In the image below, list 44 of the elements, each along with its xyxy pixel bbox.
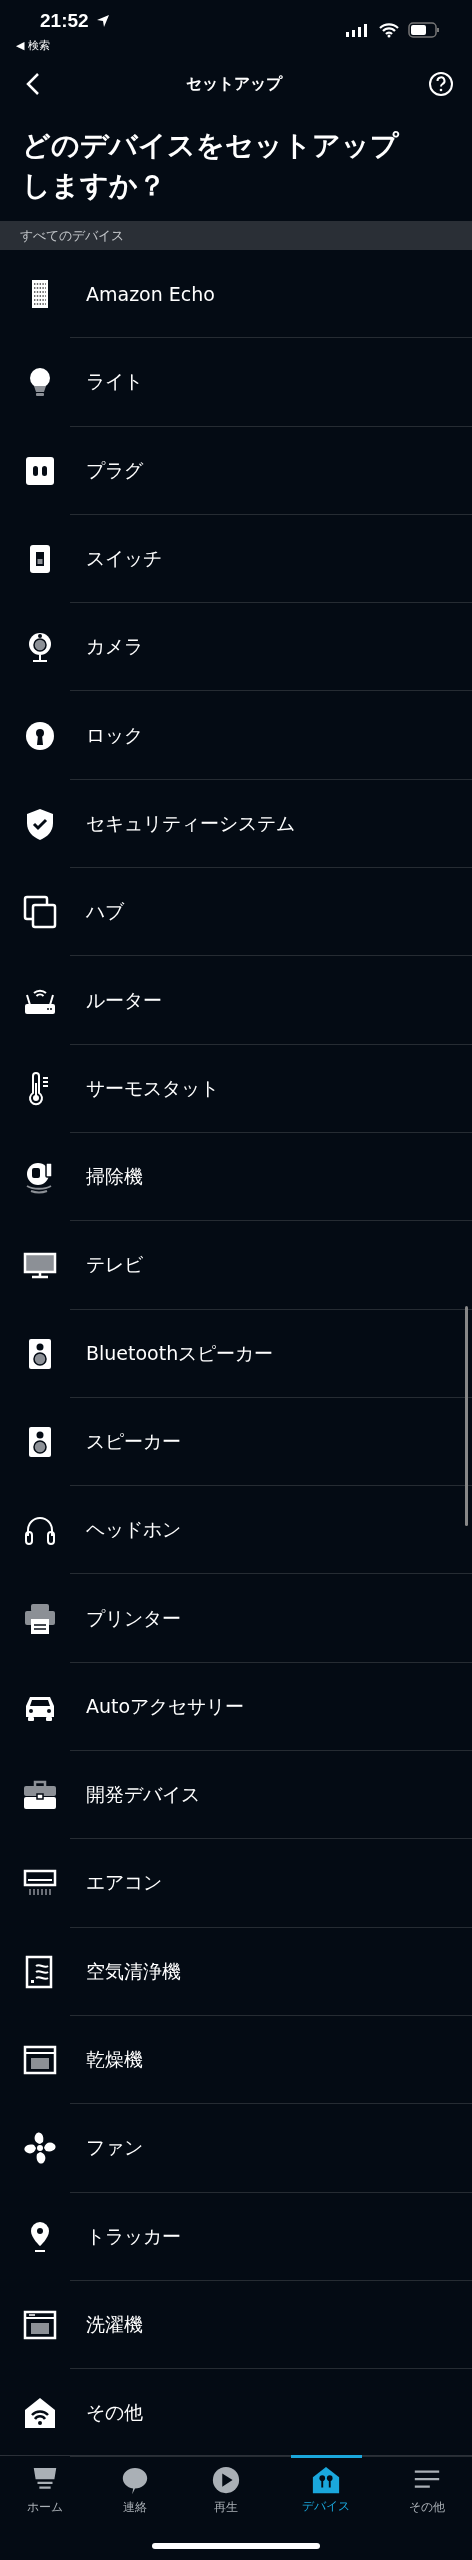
- device-type-item[interactable]: 空気清浄機: [0, 1927, 472, 2016]
- status-time: 21:52: [40, 10, 89, 32]
- back-to-search-link[interactable]: ◀ 検索: [16, 38, 50, 53]
- device-type-item[interactable]: カメラ: [0, 603, 472, 692]
- device-type-item[interactable]: 掃除機: [0, 1132, 472, 1222]
- device-type-item[interactable]: エアコン: [0, 1839, 472, 1928]
- device-type-item[interactable]: ファン: [0, 2104, 472, 2193]
- device-type-item[interactable]: Bluetoothスピーカー: [0, 1309, 472, 1398]
- device-type-item[interactable]: スイッチ: [0, 514, 472, 604]
- device-type-item[interactable]: その他: [0, 2369, 472, 2458]
- device-type-item[interactable]: ヘッドホン: [0, 1486, 472, 1575]
- wifi-icon: [378, 22, 400, 38]
- device-type-item[interactable]: 洗濯機: [0, 2280, 472, 2370]
- device-type-item[interactable]: 開発デバイス: [0, 1751, 472, 1840]
- squares-icon: [22, 894, 58, 931]
- tab-bar-item[interactable]: 連絡: [90, 2456, 181, 2526]
- tab-bar-item[interactable]: ホーム: [0, 2456, 91, 2526]
- device-type-item[interactable]: ロック: [0, 691, 472, 780]
- tab-bar-item[interactable]: 再生: [180, 2456, 271, 2526]
- device-type-item[interactable]: Amazon Echo: [0, 250, 472, 339]
- device-type-item[interactable]: トラッカー: [0, 2192, 472, 2281]
- device-type-item[interactable]: プリンター: [0, 1574, 472, 1663]
- device-type-item[interactable]: サーモスタット: [0, 1044, 472, 1133]
- device-type-item[interactable]: 乾燥機: [0, 2015, 472, 2105]
- battery-icon: [408, 22, 440, 38]
- device-type-item[interactable]: セキュリティーシステム: [0, 779, 472, 869]
- device-type-item[interactable]: ルーター: [0, 956, 472, 1045]
- page-heading: どのデバイスをセットアップしますか？: [21, 128, 400, 204]
- device-type-item[interactable]: ライト: [0, 338, 472, 427]
- play-icon: [210, 2466, 241, 2496]
- section-header: すべてのデバイス: [0, 221, 472, 250]
- device-type-item[interactable]: テレビ: [0, 1221, 472, 1310]
- back-icon[interactable]: [26, 72, 40, 96]
- tab-bar-item[interactable]: その他: [381, 2456, 472, 2526]
- device-type-item[interactable]: Autoアクセサリー: [0, 1662, 472, 1752]
- tab-bar-item[interactable]: デバイス: [290, 2455, 362, 2526]
- device-type-item[interactable]: ハブ: [0, 868, 472, 957]
- device-type-item[interactable]: スピーカー: [0, 1397, 472, 1487]
- signal-icon: [345, 24, 369, 38]
- help-icon[interactable]: [428, 71, 454, 97]
- devices-icon: [311, 2465, 342, 2495]
- location-arrow-icon: [96, 14, 110, 28]
- device-type-item[interactable]: プラグ: [0, 426, 472, 515]
- screen-title: セットアップ: [186, 73, 282, 95]
